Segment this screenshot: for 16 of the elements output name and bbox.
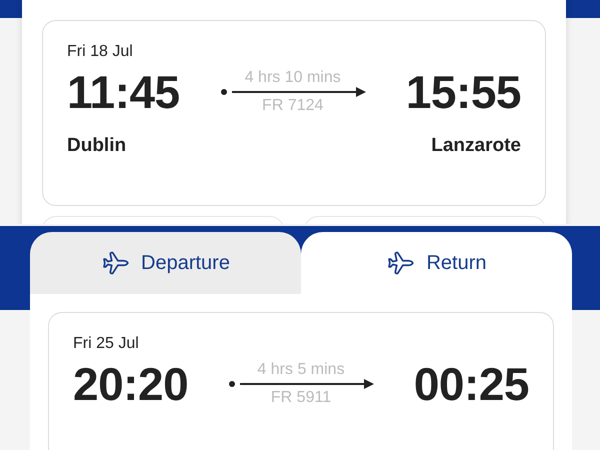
route-arrow-icon [220, 87, 366, 97]
destination-city: Lanzarote [431, 135, 521, 157]
arrival-time: 15:55 [406, 65, 521, 119]
flight-duration: 4 hrs 5 mins [257, 361, 345, 379]
flight-date: Fri 18 Jul [67, 43, 134, 61]
departure-time: 11:45 [67, 65, 180, 119]
origin-city: Dublin [67, 135, 126, 157]
flight-number: FR 7124 [262, 97, 324, 115]
departure-time: 20:20 [73, 357, 188, 411]
flight-number: FR 5911 [270, 389, 332, 407]
arrival-time: 00:25 [414, 357, 529, 411]
flight-tab[interactable]: Departure [30, 232, 301, 294]
route-arrow-icon [228, 379, 374, 389]
flight-tab[interactable]: Return [301, 232, 572, 294]
flight-duration: 4 hrs 10 mins [244, 69, 341, 87]
flight-date: Fri 25 Jul [73, 335, 140, 353]
